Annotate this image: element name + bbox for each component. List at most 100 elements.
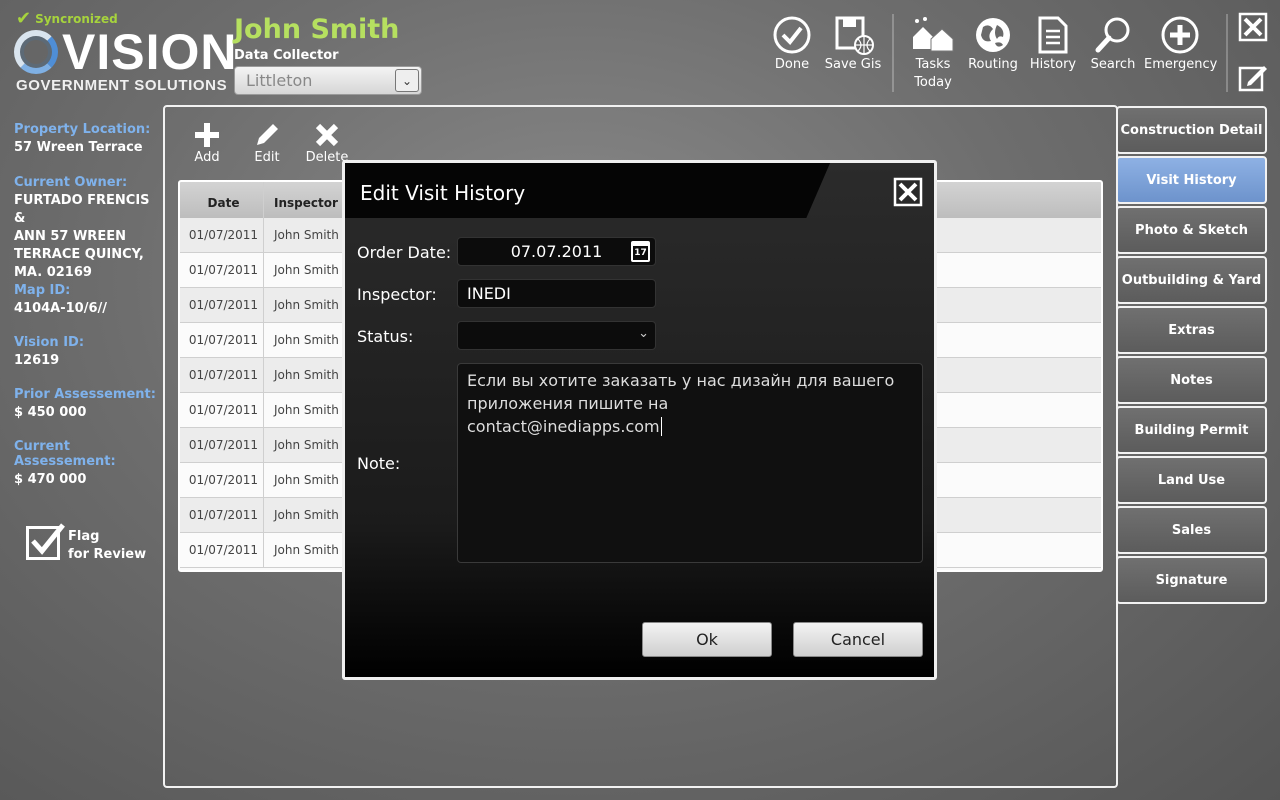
property-location: Property Location: 57 Wreen Terrace <box>14 122 162 157</box>
current-assessment-label: Current Assessement: <box>14 439 116 469</box>
order-date-label: Order Date: <box>357 243 452 262</box>
order-date-value: 07.07.2011 <box>510 242 603 261</box>
vision-logo: VISION <box>14 24 238 80</box>
map-id: Map ID: 4104A-10/6// <box>14 283 162 318</box>
note-textarea[interactable]: Если вы хотите заказать у нас дизайн для… <box>457 363 923 563</box>
logo-main-text: VISION <box>62 24 238 80</box>
user-role: Data Collector <box>234 48 339 63</box>
tab-photo-sketch[interactable]: Photo & Sketch <box>1116 206 1267 254</box>
cell-date: 01/07/2011 <box>180 498 264 532</box>
prior-assessment-label: Prior Assessement: <box>14 387 156 402</box>
tasks-today-button[interactable]: Tasks Today <box>907 14 959 92</box>
check-icon <box>31 523 65 555</box>
column-header-date[interactable]: Date <box>180 182 264 218</box>
toolbar-divider <box>892 14 894 92</box>
plus-icon <box>195 123 219 147</box>
status-select[interactable]: ⌄ <box>457 321 656 350</box>
user-name: John Smith <box>234 14 400 45</box>
vision-id-label: Vision ID: <box>14 335 85 350</box>
cell-date: 01/07/2011 <box>180 323 264 357</box>
text-cursor <box>660 417 662 436</box>
column-header-inspector[interactable]: Inspector <box>264 182 338 218</box>
cell-date: 01/07/2011 <box>180 288 264 322</box>
search-icon <box>1095 17 1130 53</box>
toolbar-divider <box>1226 14 1228 92</box>
current-owner-line: TERRACE QUINCY, <box>14 247 144 262</box>
property-location-label: Property Location: <box>14 122 151 137</box>
document-icon <box>1038 16 1068 54</box>
edit-icon[interactable] <box>1238 62 1268 92</box>
chevron-down-icon[interactable]: ⌄ <box>395 69 419 92</box>
done-button[interactable]: Done <box>770 14 814 74</box>
close-icon[interactable] <box>1238 12 1268 42</box>
cell-inspector: John Smith <box>274 403 339 417</box>
map-id-value: 4104A-10/6// <box>14 301 108 316</box>
houses-icon <box>913 17 954 52</box>
vision-logo-icon <box>14 30 58 74</box>
current-owner-line: MA. 02169 <box>14 265 92 280</box>
town-select-value: Littleton <box>246 71 313 90</box>
plus-circle-icon <box>1161 16 1199 54</box>
order-date-field[interactable]: 07.07.2011 17 <box>457 237 656 266</box>
pencil-icon <box>257 124 278 145</box>
save-gis-button[interactable]: Save Gis <box>823 14 883 74</box>
prior-assessment: Prior Assessement: $ 450 000 <box>14 387 162 422</box>
calendar-icon[interactable]: 17 <box>631 241 650 262</box>
current-owner: Current Owner: FURTADO FRENCIS & ANN 57 … <box>14 175 162 282</box>
cancel-button[interactable]: Cancel <box>793 622 923 657</box>
routing-label: Routing <box>968 57 1018 72</box>
tab-building-permit[interactable]: Building Permit <box>1116 406 1267 454</box>
add-button[interactable]: Add <box>190 120 224 165</box>
cell-inspector: John Smith <box>274 508 339 522</box>
inspector-value: INEDI <box>467 284 511 303</box>
current-owner-line: ANN 57 WREEN <box>14 229 126 244</box>
tasks-today-label-2: Today <box>914 75 952 90</box>
cell-inspector: John Smith <box>274 333 339 347</box>
done-label: Done <box>774 57 810 72</box>
cell-inspector: John Smith <box>274 298 339 312</box>
delete-button[interactable]: Delete <box>304 120 350 165</box>
tab-sales[interactable]: Sales <box>1116 506 1267 554</box>
ok-button[interactable]: Ok <box>642 622 772 657</box>
dialog-title: Edit Visit History <box>360 181 526 205</box>
close-dialog-icon[interactable] <box>893 177 923 207</box>
tasks-today-label-1: Tasks <box>915 57 951 72</box>
history-label: History <box>1029 57 1077 72</box>
emergency-label: Emergency <box>1144 57 1218 72</box>
tab-outbuilding-yard[interactable]: Outbuilding & Yard <box>1116 256 1267 304</box>
note-line: Если вы хотите заказать у нас дизайн для… <box>467 371 895 390</box>
chevron-down-icon[interactable]: ⌄ <box>638 326 649 341</box>
search-button[interactable]: Search <box>1089 14 1137 74</box>
history-button[interactable]: History <box>1028 14 1078 74</box>
inspector-label: Inspector: <box>357 285 437 304</box>
cell-date: 01/07/2011 <box>180 533 264 567</box>
check-icon: ✔ <box>16 8 32 29</box>
edit-label: Edit <box>254 150 280 165</box>
done-icon <box>773 16 811 54</box>
save-gis-icon <box>835 16 874 55</box>
search-label: Search <box>1090 57 1136 72</box>
tab-extras[interactable]: Extras <box>1116 306 1267 354</box>
cell-date: 01/07/2011 <box>180 463 264 497</box>
cell-date: 01/07/2011 <box>180 393 264 427</box>
tab-visit-history[interactable]: Visit History <box>1116 156 1267 204</box>
edit-button[interactable]: Edit <box>250 120 284 165</box>
current-assessment: Current Assessement: $ 470 000 <box>14 439 162 489</box>
tab-construction-detail[interactable]: Construction Detail <box>1116 106 1267 154</box>
delete-x-icon <box>315 123 339 147</box>
current-owner-line: FURTADO FRENCIS & <box>14 193 150 226</box>
cell-inspector: John Smith <box>274 438 339 452</box>
routing-button[interactable]: Routing <box>966 14 1020 74</box>
globe-icon <box>976 18 1010 52</box>
tab-signature[interactable]: Signature <box>1116 556 1267 604</box>
checkbox-icon[interactable] <box>26 523 65 560</box>
tab-notes[interactable]: Notes <box>1116 356 1267 404</box>
add-label: Add <box>194 150 220 165</box>
town-select[interactable]: Littleton ⌄ <box>234 66 422 95</box>
status-label: Status: <box>357 327 414 346</box>
tab-land-use[interactable]: Land Use <box>1116 456 1267 504</box>
flag-for-review-checkbox[interactable]: Flag for Review <box>26 523 146 564</box>
emergency-button[interactable]: Emergency <box>1144 14 1218 74</box>
inspector-field[interactable]: INEDI <box>457 279 656 308</box>
cell-date: 01/07/2011 <box>180 428 264 462</box>
